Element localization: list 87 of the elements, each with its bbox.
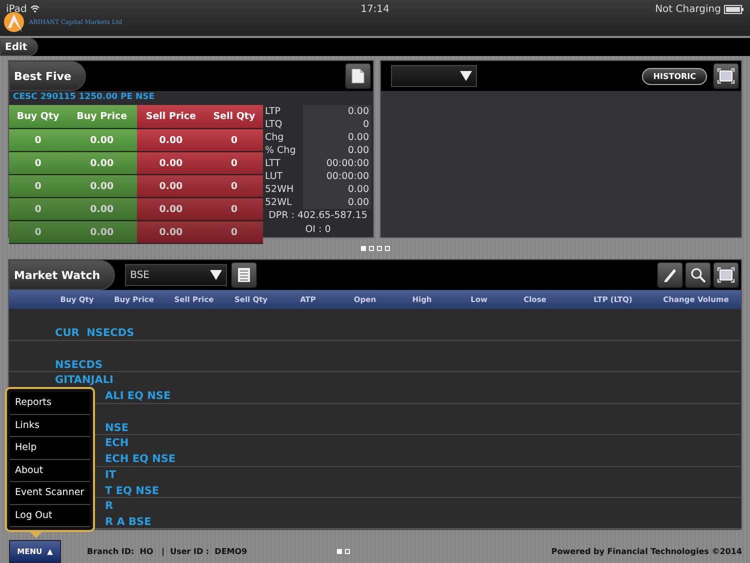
symbol-text[interactable]: R: [105, 500, 114, 512]
table-cell: 0: [9, 152, 68, 174]
symbol-text[interactable]: NSECDS: [55, 358, 103, 370]
stat-value: 00:00:00: [303, 170, 371, 183]
fullscreen-button[interactable]: [713, 63, 739, 89]
table-cell: 0: [205, 128, 263, 152]
table-cell: 0.00: [136, 128, 206, 152]
stat-label: LTQ: [265, 119, 284, 130]
edit-tab[interactable]: Edit: [0, 38, 38, 56]
fullscreen-icon: [717, 267, 735, 283]
column-header: Sell Price: [136, 105, 206, 128]
edit-button[interactable]: [657, 262, 683, 288]
symbol-text[interactable]: IT: [105, 468, 116, 480]
table-cell: 0: [9, 128, 68, 152]
symbol-text[interactable]: GITANJALI: [55, 374, 114, 386]
symbol-text[interactable]: NSE: [105, 422, 129, 434]
symbol-text[interactable]: R A BSE: [105, 516, 152, 528]
table-cell: 0.00: [67, 198, 137, 220]
pencil-icon: [662, 267, 678, 283]
stat-value: 0.00: [303, 131, 371, 144]
table-cell: 0: [205, 220, 263, 244]
panel-title: Market Watch: [9, 260, 116, 290]
fullscreen-icon: [717, 68, 735, 84]
symbol-text[interactable]: ECH EQ NSE: [105, 453, 176, 465]
stat-value: 0.00: [303, 105, 371, 118]
battery-icon: [724, 4, 744, 14]
table-cell: 0.00: [67, 174, 137, 198]
table-cell: 0: [9, 220, 68, 244]
historic-button[interactable]: HISTORIC: [642, 68, 707, 84]
stat-label: 52WL: [265, 197, 293, 208]
powered-by-text: Powered by Financial Technologies ©2014: [551, 547, 742, 556]
stat-label: LTT: [265, 158, 282, 169]
caret-icon: [210, 270, 222, 280]
table-cell: 0.00: [136, 220, 206, 244]
panel-title: Best Five: [9, 61, 86, 91]
table-cell: 0.00: [67, 220, 137, 244]
fullscreen-button[interactable]: [713, 262, 739, 288]
search-button[interactable]: [685, 262, 711, 288]
symbol-text[interactable]: ECH: [105, 437, 129, 449]
stat-value: 0.00: [303, 196, 371, 209]
stat-label: 52WH: [265, 184, 295, 195]
user-info: Branch ID: HO | User ID : DEMO9: [87, 547, 248, 556]
list-button[interactable]: [231, 262, 258, 288]
table-cell: 0.00: [136, 198, 206, 220]
caret-icon: [460, 71, 472, 81]
menu-item[interactable]: Log Out: [10, 504, 90, 527]
stat-value: 0.00: [303, 183, 371, 196]
price-range: DPR : 402.65-587.15: [268, 209, 368, 223]
table-cell: 0.00: [67, 128, 137, 152]
table-cell: 0: [205, 174, 263, 198]
stat-value: 0.00: [303, 144, 371, 157]
symbol-text[interactable]: CUR NSECDS: [55, 327, 134, 339]
device-name: iPad: [6, 4, 27, 14]
table-cell: 0.00: [136, 152, 206, 174]
open-interest: OI : 0: [304, 223, 332, 237]
stat-label: LUT: [265, 171, 284, 182]
column-header: Buy Qty: [9, 105, 68, 128]
table-cell: 0: [205, 198, 263, 220]
table-cell: 0: [9, 174, 68, 198]
stat-value: 0: [303, 118, 371, 131]
column-header: Sell Qty: [205, 105, 263, 128]
symbol-label: CESC 290115 1250.00 PE NSE: [12, 91, 156, 104]
clock-time: 17:14: [360, 4, 390, 14]
list-icon: [237, 267, 252, 283]
menu-item[interactable]: Reports: [10, 392, 90, 414]
table-cell: 0: [205, 152, 263, 174]
menu-item[interactable]: Links: [10, 414, 90, 437]
search-icon: [690, 267, 706, 283]
column-header: Buy Price: [67, 105, 137, 128]
exchange-dropdown[interactable]: BSE: [125, 264, 228, 286]
symbol-text[interactable]: T EQ NSE: [105, 484, 160, 496]
table-cell: 0.00: [67, 152, 137, 174]
menu-item[interactable]: About: [10, 460, 90, 482]
stat-value: 00:00:00: [303, 157, 371, 170]
dropdown[interactable]: [391, 65, 477, 87]
document-icon: [351, 68, 365, 84]
menu-item[interactable]: Event Scanner: [10, 482, 90, 504]
wifi-icon: [30, 5, 40, 13]
charging-status: Not Charging: [655, 4, 721, 14]
document-button[interactable]: [345, 63, 371, 89]
table-cell: 0.00: [136, 174, 206, 198]
stat-label: LTP: [265, 106, 282, 117]
stat-label: Chg: [265, 132, 285, 143]
symbol-text[interactable]: ALI EQ NSE: [105, 390, 171, 402]
table-cell: 0: [9, 198, 68, 220]
menu-item[interactable]: Help: [10, 437, 90, 460]
stat-label: % Chg: [265, 145, 297, 156]
